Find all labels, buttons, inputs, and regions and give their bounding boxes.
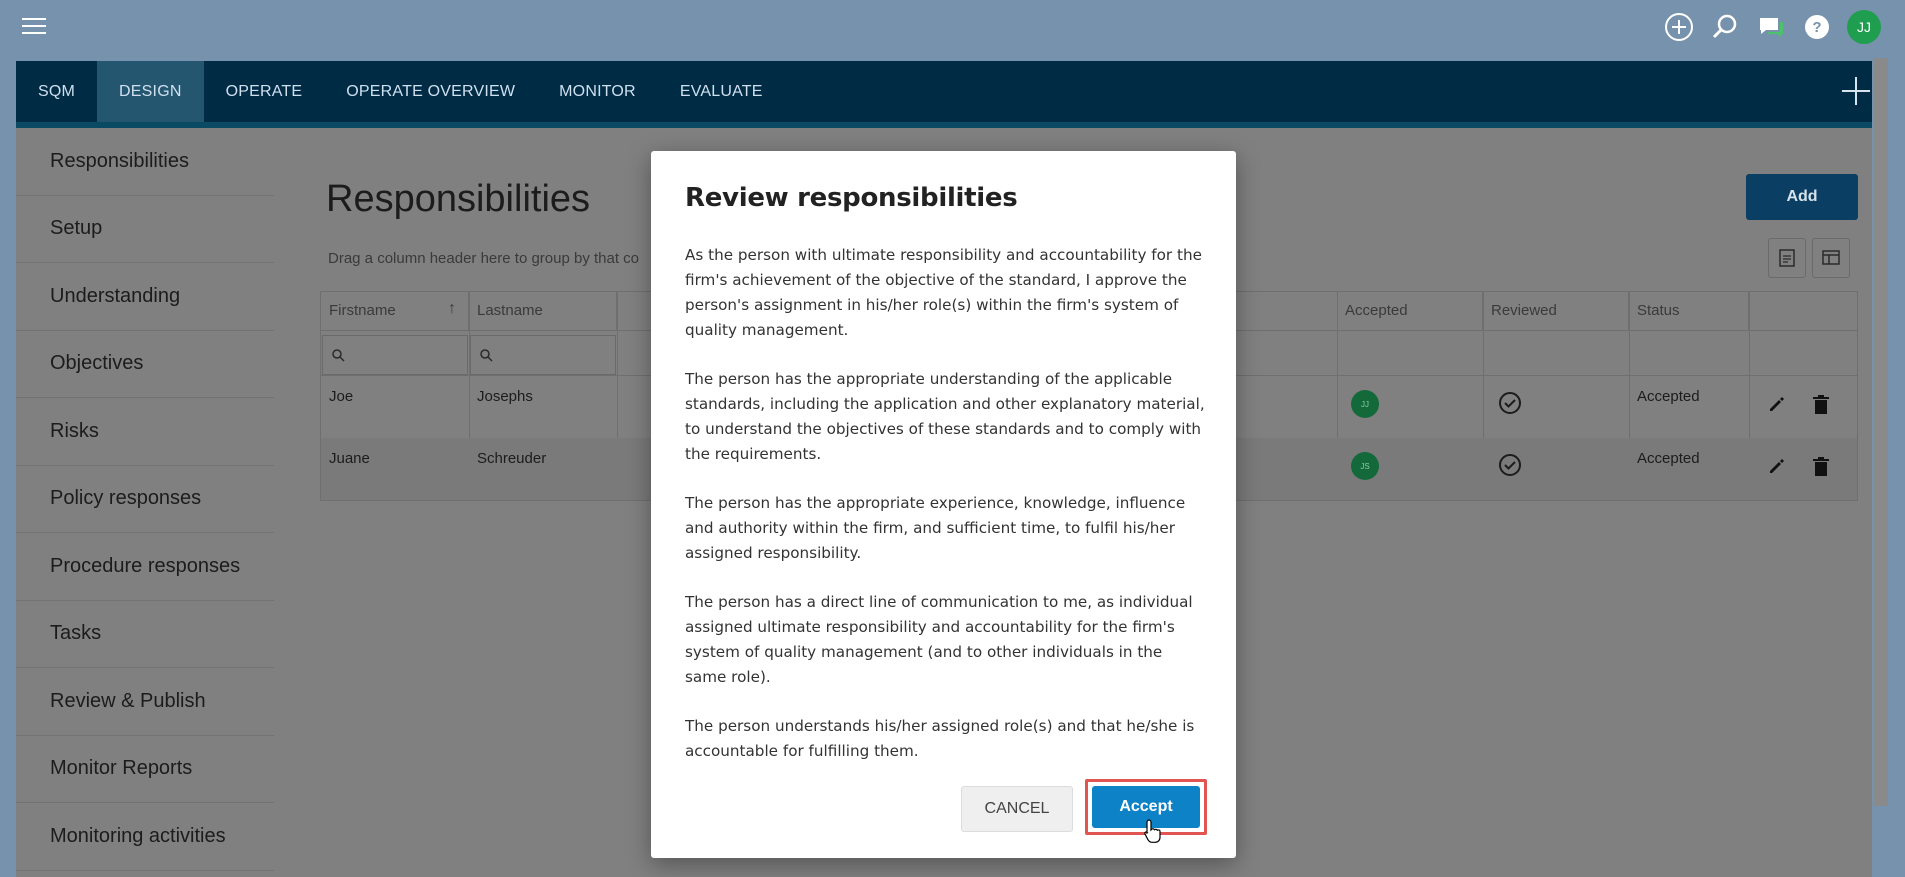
main-nav: SQM DESIGN OPERATE OPERATE OVERVIEW MONITOR E… bbox=[16, 61, 1872, 122]
reviewed-check-icon bbox=[1499, 454, 1521, 476]
sidebar-item-setup[interactable]: Setup bbox=[16, 196, 274, 263]
column-label: Accepted bbox=[1345, 302, 1408, 319]
modal-paragraph: The person has the appropriate experienc… bbox=[685, 494, 1186, 562]
sidebar-item-review-publish[interactable]: Review & Publish bbox=[16, 668, 274, 736]
sidebar-item-monitoring-activities[interactable]: Monitoring activities bbox=[16, 803, 274, 871]
search-icon bbox=[332, 349, 345, 362]
column-header-firstname[interactable]: Firstname ↑ bbox=[321, 292, 469, 330]
accepted-avatar: JS bbox=[1351, 452, 1379, 480]
group-by-hint: Drag a column header here to group by th… bbox=[328, 250, 640, 267]
page-title: Responsibilities bbox=[326, 178, 591, 220]
help-icon[interactable]: ? bbox=[1801, 11, 1833, 43]
scrollbar-thumb[interactable] bbox=[1874, 58, 1888, 806]
svg-text:?: ? bbox=[1812, 19, 1821, 36]
column-header-reviewed[interactable]: Reviewed bbox=[1483, 292, 1629, 330]
column-label: Lastname bbox=[477, 302, 543, 319]
sidebar-item-tasks[interactable]: Tasks bbox=[16, 601, 274, 668]
reviewed-check-icon bbox=[1499, 392, 1521, 414]
search-icon bbox=[480, 349, 493, 362]
chat-icon[interactable] bbox=[1755, 11, 1787, 43]
cell-lastname: Schreuder bbox=[477, 450, 547, 467]
user-avatar[interactable]: JJ bbox=[1847, 10, 1881, 44]
tab-sqm[interactable]: SQM bbox=[16, 61, 97, 122]
modal-title: Review responsibilities bbox=[685, 183, 1018, 213]
edit-icon[interactable] bbox=[1767, 456, 1787, 476]
add-button[interactable]: Add bbox=[1746, 174, 1858, 220]
sidebar-item-policy-responses[interactable]: Policy responses bbox=[16, 466, 274, 533]
accepted-avatar: JJ bbox=[1351, 390, 1379, 418]
tab-design[interactable]: DESIGN bbox=[97, 61, 204, 122]
add-tab-icon[interactable] bbox=[1840, 75, 1872, 107]
export-csv-icon[interactable] bbox=[1768, 238, 1806, 278]
modal-paragraph: As the person with ultimate responsibili… bbox=[685, 246, 1202, 339]
tab-evaluate[interactable]: EVALUATE bbox=[658, 61, 785, 122]
tab-operate-overview[interactable]: OPERATE OVERVIEW bbox=[324, 61, 537, 122]
cell-firstname: Joe bbox=[329, 388, 354, 405]
sidebar-item-procedure-responses[interactable]: Procedure responses bbox=[16, 533, 274, 601]
sidebar: Responsibilities Setup Understanding Object… bbox=[16, 128, 286, 877]
column-label: Reviewed bbox=[1491, 302, 1557, 319]
review-responsibilities-modal: Review responsibilities As the person wi… bbox=[651, 151, 1236, 858]
sort-ascending-icon[interactable]: ↑ bbox=[448, 300, 456, 318]
sidebar-item-objectives[interactable]: Objectives bbox=[16, 331, 274, 398]
hand-cursor-icon bbox=[1144, 819, 1161, 843]
top-actions: ? JJ bbox=[1663, 10, 1881, 44]
lastname-filter-input[interactable] bbox=[470, 335, 616, 375]
cell-status: Accepted bbox=[1637, 450, 1700, 467]
plus-circle-icon[interactable] bbox=[1663, 11, 1695, 43]
delete-icon[interactable] bbox=[1811, 394, 1831, 416]
modal-body: As the person with ultimate responsibili… bbox=[685, 243, 1205, 788]
cancel-button[interactable]: CANCEL bbox=[961, 786, 1073, 832]
sidebar-item-understanding[interactable]: Understanding bbox=[16, 263, 274, 331]
search-icon[interactable] bbox=[1709, 11, 1741, 43]
cell-firstname: Juane bbox=[329, 450, 370, 467]
column-header-accepted[interactable]: Accepted bbox=[1337, 292, 1483, 330]
sidebar-item-risks[interactable]: Risks bbox=[16, 398, 274, 466]
nav-tabs: SQM DESIGN OPERATE OPERATE OVERVIEW MONITOR E… bbox=[16, 61, 1872, 122]
modal-paragraph: The person understands his/her assigned … bbox=[685, 717, 1195, 760]
cell-status: Accepted bbox=[1637, 388, 1700, 405]
cell-lastname: Josephs bbox=[477, 388, 533, 405]
tab-operate[interactable]: OPERATE bbox=[204, 61, 325, 122]
sidebar-item-monitor-reports[interactable]: Monitor Reports bbox=[16, 736, 274, 803]
column-label: Firstname bbox=[329, 302, 396, 319]
modal-paragraph: The person has a direct line of communic… bbox=[685, 593, 1193, 686]
top-bar: ? JJ bbox=[0, 0, 1905, 52]
hamburger-menu-icon[interactable] bbox=[22, 18, 46, 36]
delete-icon[interactable] bbox=[1811, 456, 1831, 478]
column-label: Status bbox=[1637, 302, 1680, 319]
column-chooser-icon[interactable] bbox=[1812, 238, 1850, 278]
modal-paragraph: The person has the appropriate understan… bbox=[685, 370, 1205, 463]
tab-monitor[interactable]: MONITOR bbox=[537, 61, 658, 122]
firstname-filter-input[interactable] bbox=[322, 335, 468, 375]
sidebar-item-responsibilities[interactable]: Responsibilities bbox=[16, 128, 274, 196]
column-header-lastname[interactable]: Lastname bbox=[469, 292, 617, 330]
column-header-status[interactable]: Status bbox=[1629, 292, 1749, 330]
edit-icon[interactable] bbox=[1767, 394, 1787, 414]
